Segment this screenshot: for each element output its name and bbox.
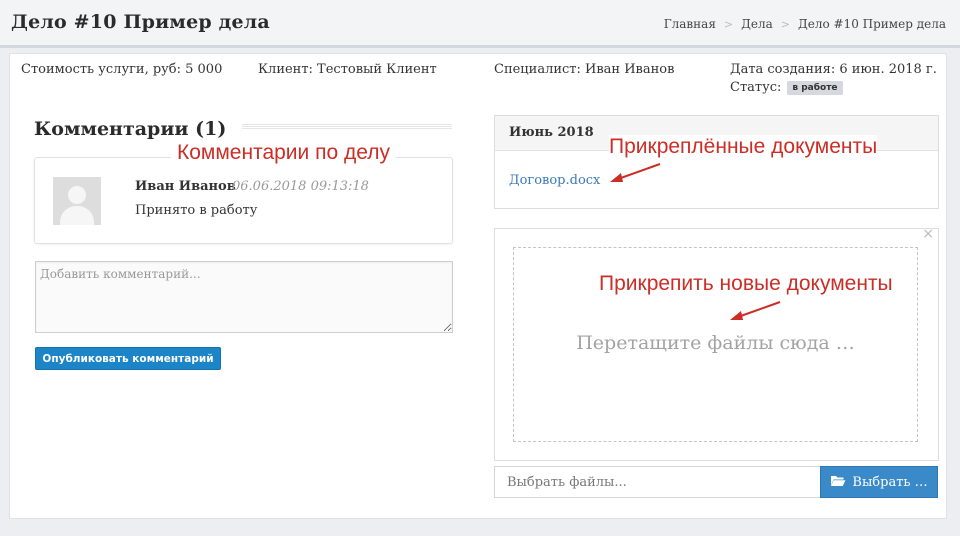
page-title: Дело #10 Пример дела	[11, 11, 270, 33]
status-badge: в работе	[787, 80, 843, 95]
case-specialist: Специалист: Иван Иванов	[494, 62, 675, 77]
dropzone-text: Перетащите файлы сюда …	[576, 332, 855, 354]
document-link[interactable]: Договор.docx	[509, 173, 600, 188]
avatar	[53, 177, 101, 225]
file-path-field[interactable]	[494, 466, 822, 498]
publish-comment-button[interactable]: Опубликовать комментарий	[35, 347, 221, 370]
annotation-arrow-icon	[610, 163, 661, 182]
breadcrumb-separator: >	[723, 17, 734, 31]
breadcrumb-cases[interactable]: Дела	[741, 17, 773, 31]
avatar-head-shape	[68, 186, 86, 204]
upload-panel: × Перетащите файлы сюда …	[494, 226, 939, 461]
comment-date: 06.06.2018 09:13:18	[232, 179, 369, 194]
annotation-comments: Комментарии по делу	[171, 141, 396, 165]
breadcrumb-separator: >	[780, 17, 790, 31]
breadcrumb-home[interactable]: Главная	[664, 17, 716, 31]
annotation-attach-new: Прикрепить новые документы	[599, 272, 893, 296]
annotation-attached-docs: Прикреплённые документы	[609, 135, 878, 159]
annotation-arrow-icon	[730, 301, 781, 320]
choose-files-label: Выбрать …	[852, 474, 928, 490]
avatar-body-shape	[60, 206, 94, 225]
top-bar: Дело #10 Пример дела Главная > Дела > Де…	[0, 0, 960, 48]
comment-author: Иван Иванов	[135, 179, 236, 194]
choose-files-button[interactable]: Выбрать …	[820, 466, 938, 498]
comment-input[interactable]	[35, 261, 453, 333]
status-label: Статус:	[730, 80, 782, 95]
comment-item: Иван Иванов 06.06.2018 09:13:18 Принято …	[34, 157, 453, 244]
close-icon[interactable]: ×	[922, 226, 934, 242]
case-status: Статус: в работе	[730, 80, 843, 95]
case-cost: Стоимость услуги, руб: 5 000	[21, 62, 223, 77]
comments-heading: Комментарии (1)	[34, 118, 243, 140]
comment-text: Принято в работу	[135, 203, 258, 218]
breadcrumb-current: Дело #10 Пример дела	[797, 17, 946, 31]
documents-panel: Июнь 2018 Договор.docx	[494, 115, 939, 209]
folder-open-icon	[830, 474, 846, 491]
breadcrumb: Главная > Дела > Дело #10 Пример дела	[664, 17, 946, 31]
case-created-date: Дата создания: 6 июн. 2018 г.	[730, 62, 937, 77]
case-client: Клиент: Тестовый Клиент	[258, 62, 437, 77]
